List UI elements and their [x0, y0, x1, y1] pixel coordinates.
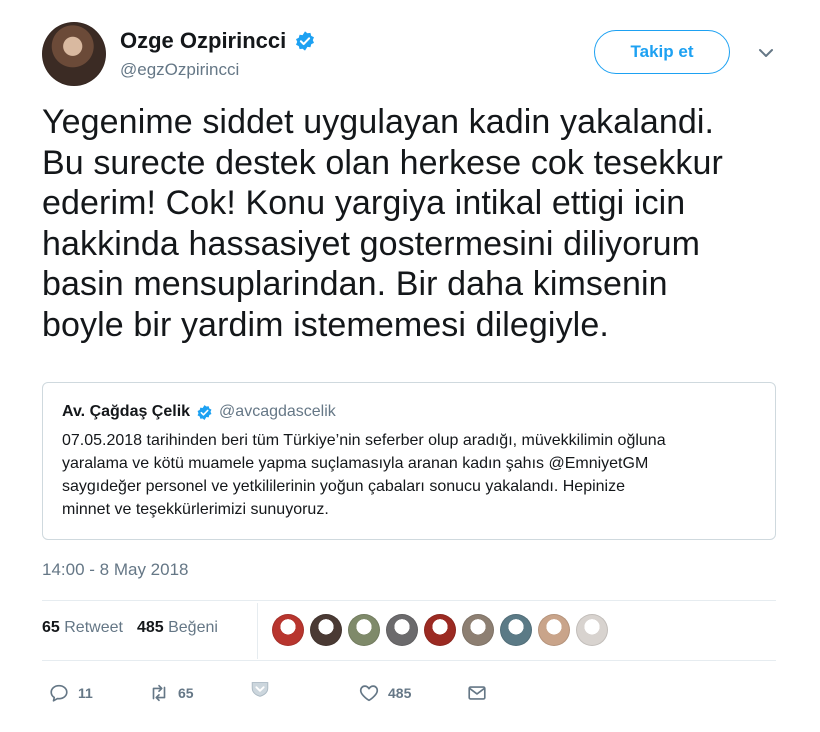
like-count: 485	[388, 685, 412, 701]
quoted-text-line: yaralama ve kötü muamele yapma suçlaması…	[62, 455, 649, 472]
author-avatar[interactable]	[42, 22, 106, 86]
like-stat-count: 485	[136, 619, 164, 636]
liker-avatar[interactable]	[348, 614, 380, 646]
quoted-tweet-text: 07.05.2018 tarihinden beri tüm Türkiye’n…	[62, 429, 762, 521]
liker-avatars	[272, 614, 608, 646]
retweet-button[interactable]: 65	[148, 682, 194, 704]
quoted-text-line: minnet ve teşekkürlerimizi sunuyoruz.	[62, 501, 329, 518]
quoted-text-line: 07.05.2018 tarihinden beri tüm Türkiye’n…	[62, 432, 666, 449]
envelope-icon	[468, 686, 486, 700]
follow-button[interactable]: Takip et	[594, 30, 730, 74]
shield-icon	[251, 682, 269, 697]
tweet-timestamp[interactable]: 14:00 - 8 May 2018	[42, 560, 188, 580]
engagement-stats: 65 Retweet 485 Beğeni	[42, 619, 218, 637]
retweet-count: 65	[178, 685, 194, 701]
author-name-row: Ozge Ozpirincci	[120, 28, 316, 54]
liker-avatar[interactable]	[462, 614, 494, 646]
verified-badge-icon	[197, 404, 212, 420]
liker-avatar[interactable]	[272, 614, 304, 646]
author-display-name[interactable]: Ozge Ozpirincci	[120, 28, 286, 54]
quoted-text-line: saygıdeğer personel ve yetkililerinin yo…	[62, 478, 625, 495]
retweet-stat-count: 65	[42, 619, 60, 636]
chevron-down-icon[interactable]	[757, 44, 775, 62]
liker-avatar[interactable]	[538, 614, 570, 646]
tweet-text-line: Yegenime siddet uygulayan kadin yakaland…	[42, 103, 715, 141]
liker-avatar[interactable]	[500, 614, 532, 646]
heart-icon	[359, 685, 379, 702]
quoted-author-name: Av. Çağdaş Çelik	[62, 403, 191, 420]
quoted-author-handle: @avcagdascelik	[219, 403, 336, 420]
direct-message-shield-button[interactable]	[249, 678, 271, 700]
retweet-stat[interactable]: 65 Retweet	[42, 619, 123, 637]
liker-avatar[interactable]	[386, 614, 418, 646]
reply-icon	[50, 684, 68, 702]
tweet-text: Yegenime siddet uygulayan kadin yakaland…	[42, 102, 782, 345]
direct-message-button[interactable]	[466, 682, 488, 704]
liker-avatar[interactable]	[424, 614, 456, 646]
like-stat[interactable]: 485 Beğeni	[137, 619, 218, 637]
reply-count: 11	[78, 685, 93, 701]
stats-separator	[257, 603, 258, 659]
quoted-tweet-header: Av. Çağdaş Çelik @avcagdascelik	[62, 403, 336, 421]
retweet-stat-label: Retweet	[64, 619, 123, 636]
author-handle[interactable]: @egzOzpirincci	[120, 60, 239, 80]
tweet-text-line: basin mensuplarindan. Bir daha kimsenin	[42, 265, 668, 303]
reply-button[interactable]: 11	[48, 682, 93, 704]
retweet-icon	[152, 684, 166, 702]
tweet-text-line: Bu surecte destek olan herkese cok tesek…	[42, 143, 723, 182]
verified-badge-icon	[296, 31, 315, 51]
divider	[42, 660, 776, 661]
like-stat-label: Beğeni	[168, 619, 218, 636]
tweet-text-line: hakkinda hassasiyet gostermesini diliyor…	[42, 224, 701, 263]
liker-avatar[interactable]	[310, 614, 342, 646]
tweet-text-line: boyle bir yardim istememesi dilegiyle.	[42, 305, 609, 344]
tweet-text-line: ederim! Cok! Konu yargiya intikal ettigi…	[42, 184, 686, 222]
liker-avatar[interactable]	[576, 614, 608, 646]
like-button[interactable]: 485	[358, 682, 411, 704]
quoted-tweet-card[interactable]: Av. Çağdaş Çelik @avcagdascelik 07.05.20…	[42, 382, 776, 540]
divider	[42, 600, 776, 601]
